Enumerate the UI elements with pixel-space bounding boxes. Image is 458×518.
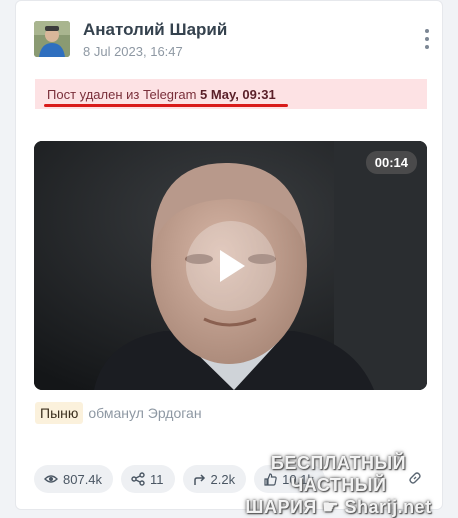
notice-date: 5 May, 09:31 xyxy=(200,87,276,102)
notice-text: Пост удален из Telegram xyxy=(47,87,201,102)
caption-tag[interactable]: Пыню xyxy=(35,402,84,424)
shares-count: 11 xyxy=(150,471,164,487)
views-stat[interactable]: 807.4k xyxy=(34,465,114,493)
post-date: 8 Jul 2023, 16:47 xyxy=(83,44,183,59)
red-underline xyxy=(44,104,288,107)
author-name[interactable]: Анатолий Шарий xyxy=(83,20,227,40)
likes-stat[interactable]: 10.1k xyxy=(254,465,325,493)
avatar[interactable] xyxy=(34,21,70,57)
forwards-count: 2.2k xyxy=(210,471,236,487)
post-caption: Пыню обманул Эрдоган xyxy=(35,402,202,424)
shares-stat[interactable]: 11 xyxy=(121,465,175,493)
views-count: 807.4k xyxy=(63,471,103,487)
share-icon xyxy=(131,472,145,486)
post-card: Анатолий Шарий 8 Jul 2023, 16:47 Пост уд… xyxy=(15,0,443,510)
kebab-menu-icon[interactable] xyxy=(424,29,430,49)
likes-count: 10.1k xyxy=(282,471,314,487)
video-player[interactable]: 00:14 xyxy=(34,141,427,390)
forward-icon xyxy=(193,473,205,485)
video-duration: 00:14 xyxy=(365,151,417,174)
stats-bar: 807.4k 11 2.2k 10.1k xyxy=(34,465,325,493)
caption-text: обманул Эрдоган xyxy=(88,405,202,421)
eye-icon xyxy=(44,475,58,483)
play-button[interactable] xyxy=(186,221,276,311)
play-icon xyxy=(220,250,245,282)
forwards-stat[interactable]: 2.2k xyxy=(182,465,247,493)
thumbs-up-icon xyxy=(264,472,277,486)
link-icon[interactable] xyxy=(408,471,422,490)
